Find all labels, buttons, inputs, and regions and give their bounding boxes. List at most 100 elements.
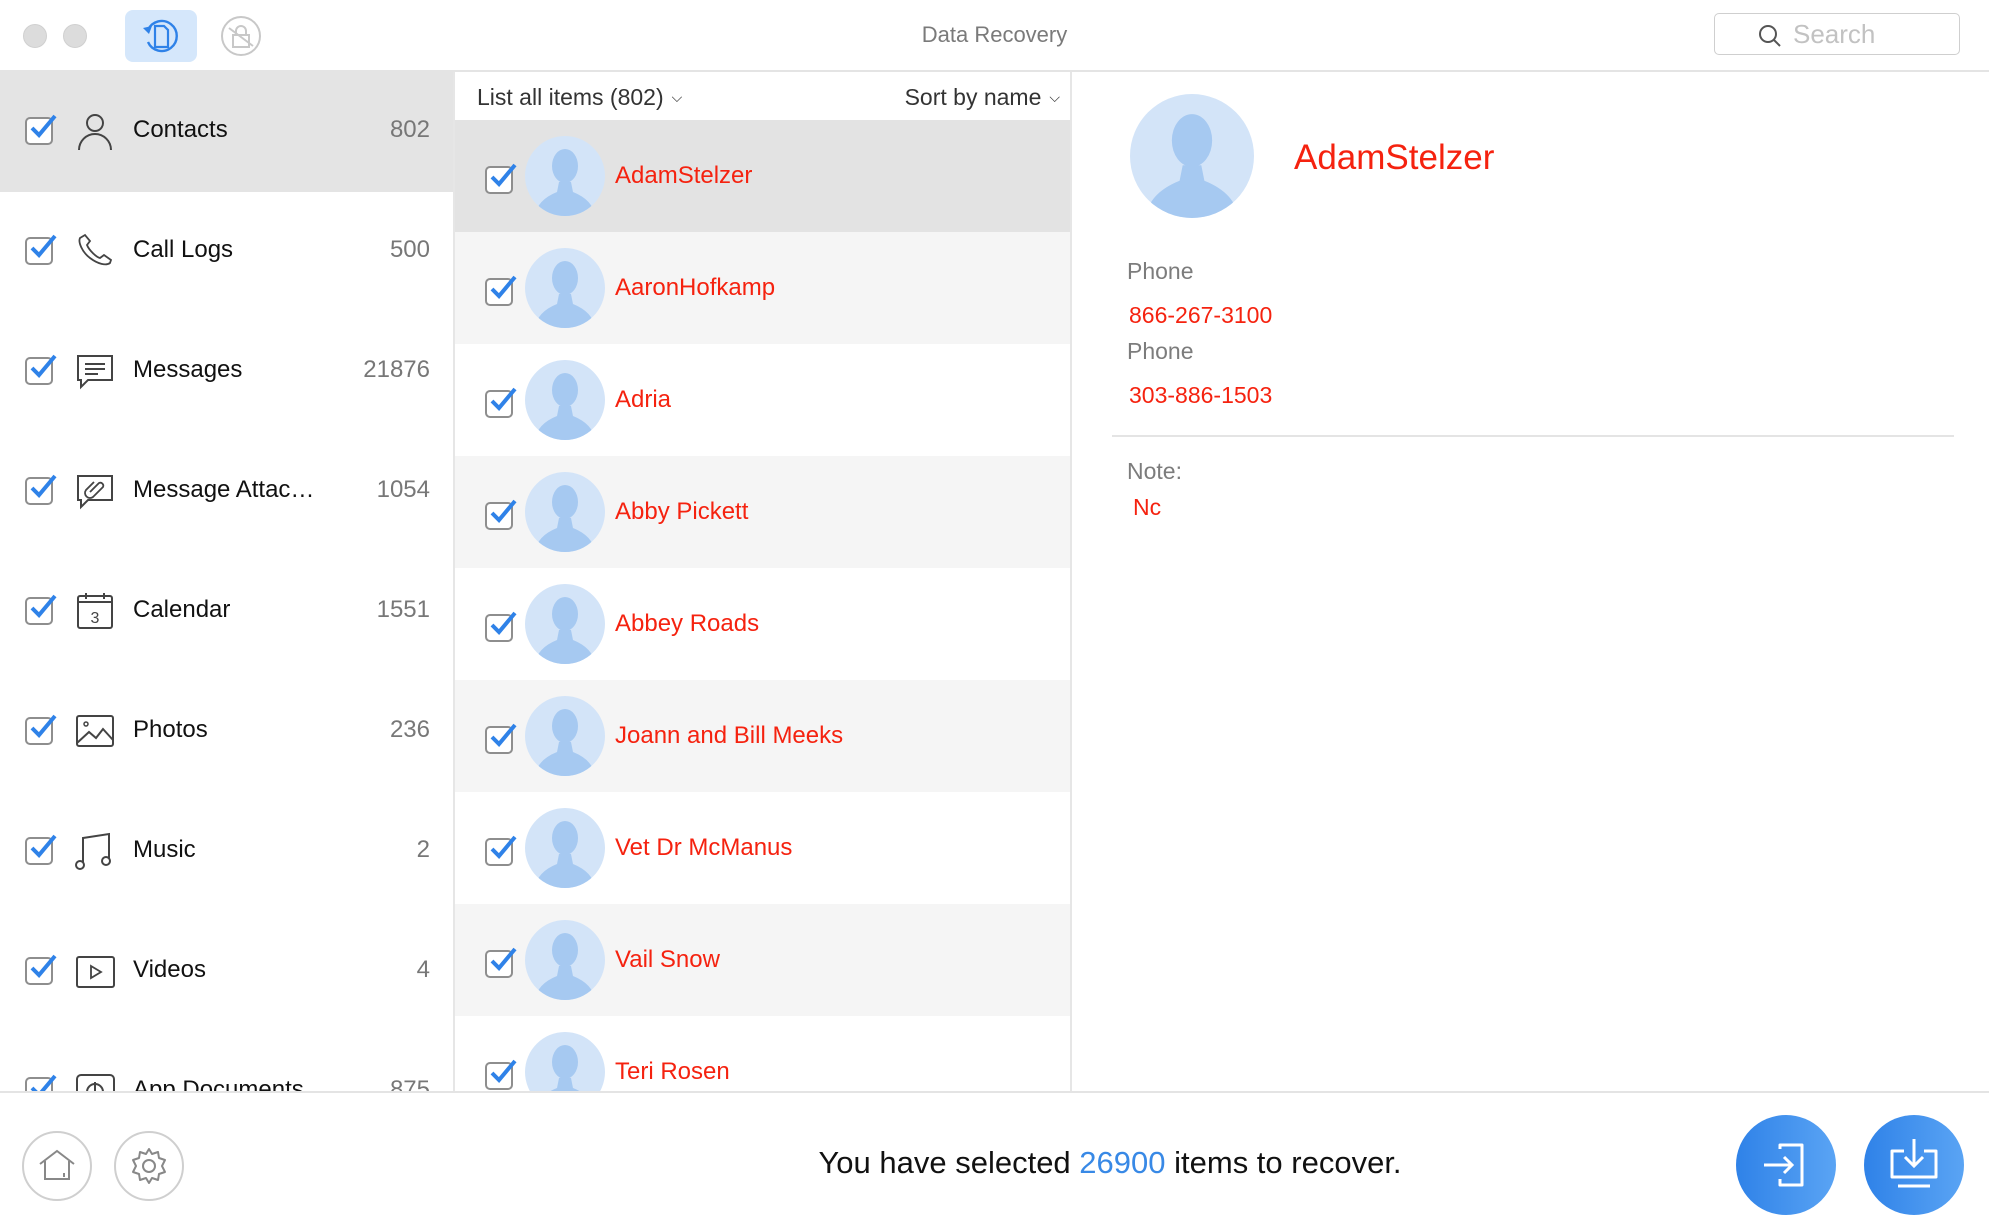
list-item[interactable]: AaronHofkamp bbox=[455, 232, 1070, 344]
sidebar-item-count: 802 bbox=[389, 116, 430, 143]
checkbox[interactable] bbox=[25, 234, 57, 265]
list-item[interactable]: AdamStelzer bbox=[455, 120, 1070, 232]
checkbox[interactable] bbox=[485, 1059, 517, 1090]
recover-to-computer-button[interactable] bbox=[1864, 1115, 1964, 1215]
divider bbox=[1112, 435, 1954, 437]
avatar-icon bbox=[525, 360, 605, 440]
checkbox[interactable] bbox=[25, 594, 57, 625]
field-label: Phone bbox=[1127, 338, 1194, 364]
contact-rows: AdamStelzer AaronHofkamp Adria Abby Pick… bbox=[455, 120, 1070, 1091]
message-icon bbox=[77, 355, 113, 390]
field-label: Phone bbox=[1127, 258, 1194, 284]
sidebar-item-calendar[interactable]: 3 Calendar 1551 bbox=[0, 552, 453, 672]
checkbox[interactable] bbox=[25, 1074, 57, 1091]
contact-name-heading: AdamStelzer bbox=[1294, 138, 1495, 177]
sidebar-item-app-documents[interactable]: App Documents 875 bbox=[0, 1032, 453, 1091]
checkbox[interactable] bbox=[25, 834, 57, 865]
checkbox[interactable] bbox=[485, 163, 517, 194]
checkbox[interactable] bbox=[485, 387, 517, 418]
sidebar-item-music[interactable]: Music 2 bbox=[0, 792, 453, 912]
checkbox[interactable] bbox=[25, 114, 57, 145]
sort-label: Sort by name bbox=[904, 84, 1042, 110]
contact-name: AdamStelzer bbox=[615, 162, 753, 189]
search-box[interactable] bbox=[1714, 13, 1960, 55]
list-filter-dropdown[interactable]: List all items (802) ⌵ bbox=[477, 84, 682, 111]
sidebar-item-call-logs[interactable]: Call Logs 500 bbox=[0, 192, 453, 312]
sidebar-item-message-attachments[interactable]: Message Attac… 1054 bbox=[0, 432, 453, 552]
sidebar-item-count: 1551 bbox=[376, 596, 430, 623]
checkbox[interactable] bbox=[485, 611, 517, 642]
contact-detail-panel: AdamStelzer Phone 866-267-3100 Phone 303… bbox=[1072, 72, 1989, 1091]
list-item[interactable]: Adria bbox=[455, 344, 1070, 456]
sidebar-item-contacts[interactable]: Contacts 802 bbox=[0, 72, 453, 192]
checkbox[interactable] bbox=[25, 714, 57, 745]
contact-name: AaronHofkamp bbox=[615, 274, 776, 301]
list-item[interactable]: Vail Snow bbox=[455, 904, 1070, 1016]
checkbox[interactable] bbox=[485, 275, 517, 306]
video-icon bbox=[76, 956, 115, 988]
list-item[interactable]: Joann and Bill Meeks bbox=[455, 680, 1070, 792]
status-prefix: You have selected bbox=[818, 1145, 1080, 1180]
checkbox[interactable] bbox=[25, 954, 57, 985]
avatar-icon bbox=[525, 472, 605, 552]
status-suffix: items to recover. bbox=[1165, 1145, 1402, 1180]
list-filter-label: List all items (802) bbox=[477, 84, 664, 110]
contact-name: Adria bbox=[615, 386, 672, 413]
search-input[interactable] bbox=[1793, 18, 1943, 50]
list-header: List all items (802) ⌵ Sort by name ⌵ bbox=[455, 72, 1070, 120]
contact-name: Abby Pickett bbox=[615, 498, 749, 525]
chevron-down-icon: ⌵ bbox=[1049, 89, 1060, 105]
app-documents-icon bbox=[76, 1074, 115, 1091]
list-item[interactable]: Abbey Roads bbox=[455, 568, 1070, 680]
person-icon bbox=[78, 114, 112, 151]
sidebar-item-photos[interactable]: Photos 236 bbox=[0, 672, 453, 792]
checkbox[interactable] bbox=[485, 835, 517, 866]
avatar-icon bbox=[525, 248, 605, 328]
sidebar-item-label: Messages bbox=[133, 356, 243, 383]
sidebar-item-label: Calendar bbox=[133, 596, 231, 623]
svg-text:3: 3 bbox=[91, 610, 100, 627]
contact-name: Teri Rosen bbox=[615, 1058, 730, 1085]
sidebar-item-count: 236 bbox=[389, 716, 430, 743]
avatar-icon bbox=[1130, 94, 1254, 218]
list-item[interactable]: Vet Dr McManus bbox=[455, 792, 1070, 904]
sidebar-item-count: 875 bbox=[389, 1076, 430, 1091]
sidebar-item-label: Videos bbox=[133, 956, 206, 983]
checkbox[interactable] bbox=[485, 723, 517, 754]
sidebar-item-label: Music bbox=[133, 836, 196, 863]
sidebar-item-videos[interactable]: Videos 4 bbox=[0, 912, 453, 1032]
sidebar-item-count: 21876 bbox=[363, 356, 430, 383]
list-item[interactable]: Teri Rosen bbox=[455, 1016, 1070, 1091]
checkbox[interactable] bbox=[25, 354, 57, 385]
title-bar: Data Recovery bbox=[0, 0, 1989, 72]
photo-icon bbox=[76, 715, 114, 747]
calendar-icon: 3 bbox=[77, 593, 113, 629]
sidebar-item-messages[interactable]: Messages 21876 bbox=[0, 312, 453, 432]
phone-value: 303-886-1503 bbox=[1129, 382, 1273, 408]
export-to-computer-icon bbox=[1890, 1139, 1938, 1188]
chevron-down-icon: ⌵ bbox=[671, 89, 683, 105]
avatar-icon bbox=[525, 1032, 605, 1091]
checkbox[interactable] bbox=[485, 947, 517, 978]
sort-dropdown[interactable]: Sort by name ⌵ bbox=[905, 84, 1060, 111]
avatar-icon bbox=[525, 584, 605, 664]
avatar-icon bbox=[525, 696, 605, 776]
checkbox[interactable] bbox=[485, 499, 517, 530]
contact-name: Abbey Roads bbox=[615, 610, 760, 637]
sidebar-item-label: Photos bbox=[133, 716, 208, 743]
checkbox[interactable] bbox=[25, 474, 57, 505]
list-item[interactable]: Abby Pickett bbox=[455, 456, 1070, 568]
note-label: Note: bbox=[1127, 458, 1182, 484]
recover-to-device-button[interactable] bbox=[1736, 1115, 1836, 1215]
category-sidebar: Contacts 802 Call Logs 500 Messages 2187… bbox=[0, 72, 453, 1091]
sidebar-item-label: App Documents bbox=[133, 1076, 304, 1091]
contact-name: Joann and Bill Meeks bbox=[615, 722, 844, 749]
sidebar-item-label: Contacts bbox=[133, 116, 228, 143]
selection-status: You have selected 26900 items to recover… bbox=[0, 1145, 1989, 1181]
sidebar-item-label: Message Attac… bbox=[133, 476, 315, 503]
sidebar-item-label: Call Logs bbox=[133, 236, 234, 263]
phone-value: 866-267-3100 bbox=[1129, 302, 1273, 328]
avatar-icon bbox=[525, 920, 605, 1000]
avatar-icon bbox=[525, 136, 605, 216]
selected-count: 26900 bbox=[1079, 1145, 1166, 1180]
